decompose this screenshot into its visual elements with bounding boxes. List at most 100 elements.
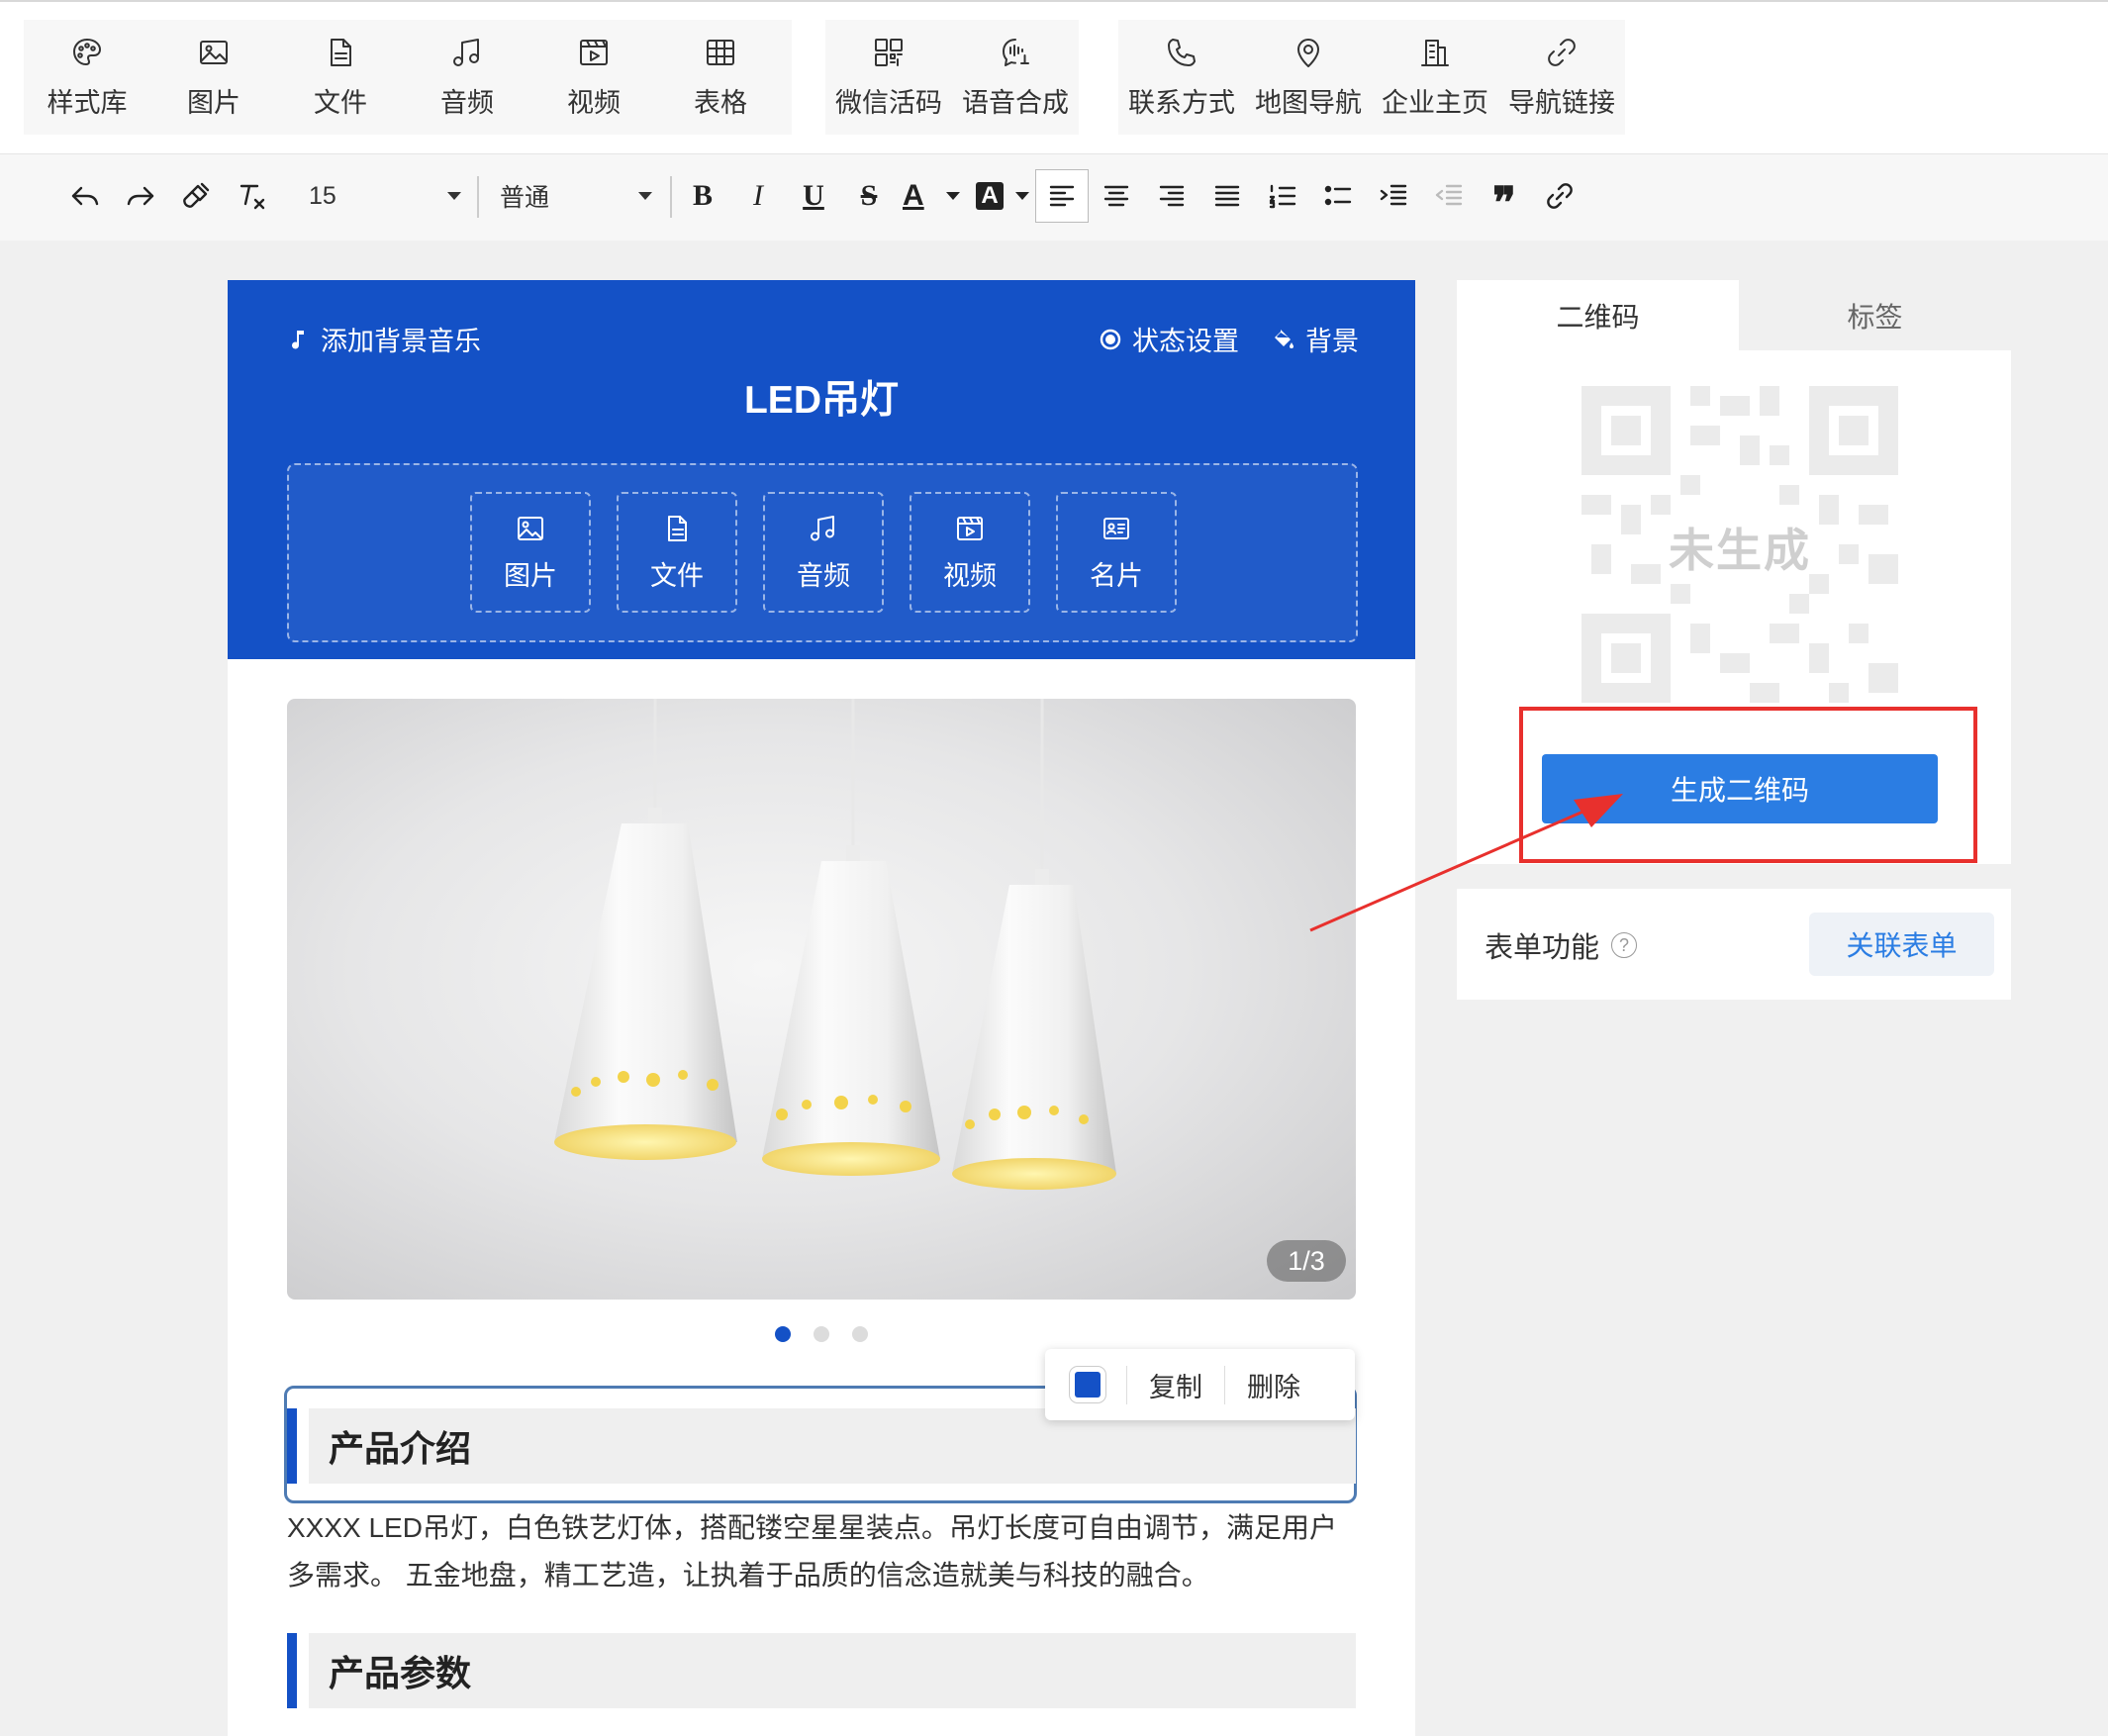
toolbar-label: 导航链接 — [1508, 87, 1615, 118]
toolbar-file[interactable]: 文件 — [277, 20, 404, 135]
palette-icon — [73, 38, 101, 65]
section-heading[interactable]: 产品参数 — [287, 1633, 1356, 1708]
radio-icon — [1100, 329, 1121, 349]
page-editor: 添加背景音乐 状态设置 背景 LED吊灯 图片 文件 音频 视频 名片 1/3 … — [228, 280, 1415, 1736]
toolbar-video[interactable]: 视频 — [530, 20, 657, 135]
bold-button[interactable]: B — [681, 174, 724, 218]
outdent-icon — [1435, 184, 1463, 206]
toolbar-voice-synthesis[interactable]: 语音合成 — [952, 20, 1079, 135]
page-title[interactable]: LED吊灯 — [228, 369, 1415, 425]
pendant-lamps-image — [554, 699, 1116, 1190]
outdent-button[interactable] — [1427, 174, 1471, 218]
toolbar-nav-link[interactable]: 导航链接 — [1498, 20, 1625, 135]
align-left-icon — [1049, 185, 1075, 207]
add-bg-music-button[interactable]: 添加背景音乐 — [287, 320, 481, 358]
indent-icon — [1380, 184, 1407, 206]
toolbar-contact[interactable]: 联系方式 — [1118, 20, 1245, 135]
building-icon — [1421, 39, 1449, 66]
background-button[interactable]: 背景 — [1272, 320, 1359, 358]
align-right-button[interactable] — [1150, 174, 1194, 218]
font-size-select[interactable]: 15 — [309, 174, 467, 218]
ordered-list-icon — [1269, 184, 1296, 209]
align-center-button[interactable] — [1095, 174, 1138, 218]
tab-tags[interactable]: 标签 — [1739, 280, 2011, 350]
insert-audio-label: 音频 — [797, 560, 850, 591]
toolbar-label: 样式库 — [47, 87, 128, 118]
carousel-dot[interactable] — [814, 1326, 829, 1342]
link-icon — [1548, 38, 1576, 66]
insert-file-button[interactable]: 文件 — [617, 492, 737, 613]
undo-icon — [71, 186, 99, 206]
qrcode-status-text: 未生成 — [1669, 525, 1811, 576]
image-carousel[interactable]: 1/3 — [287, 699, 1356, 1300]
insert-video-button[interactable]: 视频 — [910, 492, 1030, 613]
lamp-shade — [762, 845, 940, 1176]
carousel-dot[interactable] — [775, 1326, 791, 1342]
tab-label: 标签 — [1847, 301, 1903, 333]
image-icon — [518, 516, 543, 540]
insert-video-label: 视频 — [943, 560, 997, 591]
quote-icon: ❞ — [1492, 178, 1516, 228]
copy-button[interactable]: 复制 — [1126, 1365, 1224, 1404]
tab-qrcode[interactable]: 二维码 — [1457, 280, 1739, 350]
insert-image-label: 图片 — [504, 560, 557, 591]
file-icon — [331, 38, 351, 66]
align-left-button[interactable] — [1035, 169, 1089, 223]
blockquote-button[interactable]: ❞ — [1483, 174, 1526, 228]
table-icon — [707, 39, 734, 65]
strikethrough-icon: S — [860, 179, 878, 212]
toolbar-table[interactable]: 表格 — [657, 20, 784, 135]
carousel-dot[interactable] — [852, 1326, 868, 1342]
font-color-button[interactable]: A — [903, 174, 962, 218]
insert-card-button[interactable]: 名片 — [1056, 492, 1177, 613]
video-icon — [580, 39, 608, 65]
heading-accent-bar — [287, 1408, 297, 1484]
toolbar-image[interactable]: 图片 — [150, 20, 277, 135]
toolbar-style-library[interactable]: 样式库 — [24, 20, 150, 135]
toolbar-company-home[interactable]: 企业主页 — [1372, 20, 1498, 135]
paragraph-style-select[interactable]: 普通 — [500, 174, 658, 218]
insert-audio-button[interactable]: 音频 — [763, 492, 884, 613]
ordered-list-button[interactable] — [1261, 174, 1304, 218]
background-label: 背景 — [1305, 327, 1359, 356]
media-insert-area: 图片 文件 音频 视频 名片 — [287, 463, 1358, 642]
status-settings-button[interactable]: 状态设置 — [1099, 320, 1239, 358]
toolbar-group-wechat: 微信活码 语音合成 — [825, 20, 1079, 135]
bullet-list-button[interactable] — [1316, 174, 1360, 218]
italic-button[interactable]: I — [736, 174, 780, 218]
insert-image-button[interactable]: 图片 — [470, 492, 591, 613]
product-intro-paragraph[interactable]: XXXX LED吊灯，白色铁艺灯体，搭配镂空星星装点。吊灯长度可自由调节，满足用… — [287, 1504, 1356, 1599]
undo-button[interactable] — [63, 174, 107, 218]
indent-button[interactable] — [1372, 174, 1415, 218]
music-note-icon — [292, 330, 304, 348]
carousel-counter: 1/3 — [1267, 1240, 1346, 1282]
editor-header: 添加背景音乐 状态设置 背景 LED吊灯 图片 文件 音频 视频 名片 — [228, 280, 1415, 659]
toolbar-audio[interactable]: 音频 — [404, 20, 530, 135]
phone-icon — [1168, 38, 1196, 66]
format-painter-button[interactable] — [174, 174, 218, 218]
block-color-swatch[interactable] — [1069, 1366, 1106, 1403]
heading-accent-bar — [287, 1633, 297, 1708]
chevron-down-icon — [447, 192, 461, 200]
align-justify-icon — [1214, 185, 1240, 207]
toolbar-label: 视频 — [567, 87, 621, 118]
toolbar-group-basic: 样式库 图片 文件 音频 视频 表格 — [24, 20, 792, 135]
redo-button[interactable] — [119, 174, 162, 218]
clear-format-button[interactable] — [230, 174, 273, 218]
status-settings-label: 状态设置 — [1132, 327, 1239, 356]
clear-format-icon — [240, 184, 265, 210]
voice-icon — [1003, 38, 1029, 66]
highlight-color-button[interactable]: A — [976, 174, 1035, 218]
link-icon — [1547, 183, 1573, 209]
link-form-button[interactable]: 关联表单 — [1809, 913, 1994, 976]
underline-button[interactable]: U — [792, 174, 835, 218]
insert-card-label: 名片 — [1090, 560, 1143, 591]
chevron-down-icon — [1015, 192, 1029, 200]
toolbar-map-navigation[interactable]: 地图导航 — [1245, 20, 1372, 135]
delete-button[interactable]: 删除 — [1224, 1365, 1322, 1404]
strikethrough-button[interactable]: S — [847, 174, 891, 218]
insert-link-button[interactable] — [1538, 174, 1581, 218]
toolbar-wechat-code[interactable]: 微信活码 — [825, 20, 952, 135]
align-justify-button[interactable] — [1205, 174, 1249, 218]
toolbar-label: 地图导航 — [1255, 87, 1362, 118]
